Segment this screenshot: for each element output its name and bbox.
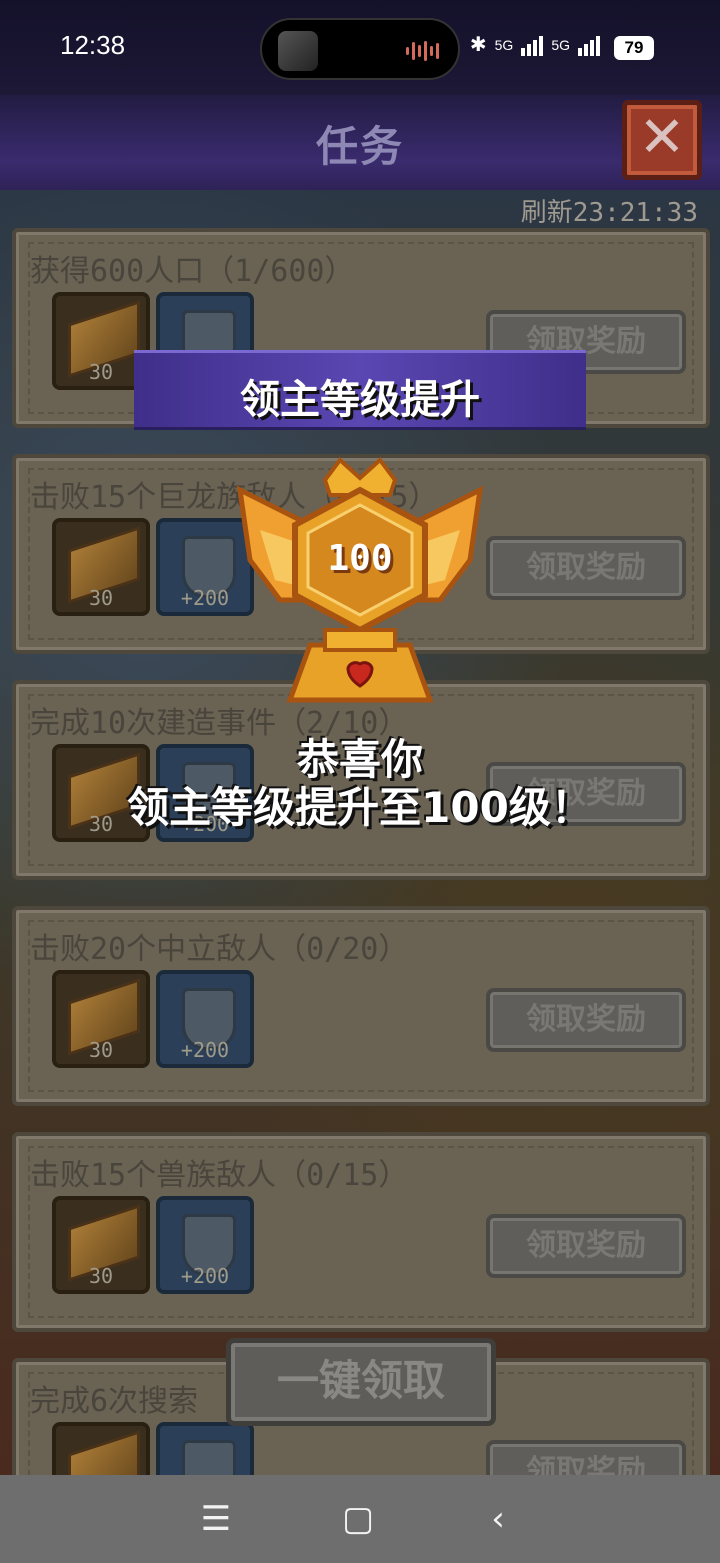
gold-reward-icon[interactable]: 30 <box>52 1196 150 1294</box>
close-button[interactable]: ✕ <box>622 100 702 180</box>
claim-all-button[interactable]: 一键领取 <box>226 1338 496 1426</box>
congrats-line-2: 领主等级提升至100级！ <box>127 783 593 832</box>
medal-graphic <box>236 457 484 703</box>
bluetooth-icon: ✱ <box>469 34 487 56</box>
shield-reward-icon[interactable]: +200 <box>156 1196 254 1294</box>
status-time: 12:38 <box>60 30 126 60</box>
reward-amount: 30 <box>88 360 114 384</box>
task-title: 获得600人口（1/600） <box>30 254 355 289</box>
home-icon[interactable]: ▢ <box>336 1497 380 1541</box>
page-header: 任务 ✕ <box>0 95 720 190</box>
level-up-banner-text: 领主等级提升 <box>240 377 480 423</box>
media-thumbnail <box>278 31 318 71</box>
signal-icon-2 <box>578 34 600 56</box>
network-label-1: 5G <box>494 36 514 53</box>
medal-level-number: 100 <box>327 538 393 579</box>
task-title: 完成6次搜索 <box>30 1384 199 1419</box>
refresh-timer: 刷新23:21:33 <box>520 198 698 228</box>
claim-reward-button[interactable]: 领取奖励 <box>486 1214 686 1278</box>
reward-amount: 30 <box>88 586 114 610</box>
reward-amount: 30 <box>88 1038 114 1062</box>
gold-reward-icon[interactable]: 30 <box>52 970 150 1068</box>
system-nav-bar: ☰ ▢ ‹ <box>0 1475 720 1563</box>
task-title: 击败15个兽族敌人（0/15） <box>30 1158 409 1193</box>
claim-reward-button[interactable]: 领取奖励 <box>486 988 686 1052</box>
signal-icon-1 <box>521 34 544 56</box>
reward-amount: 30 <box>88 1264 114 1288</box>
page-title: 任务 <box>315 122 404 171</box>
claim-reward-button[interactable]: 领取奖励 <box>486 536 686 600</box>
system-icons: ✱ 5G 5G <box>470 32 600 57</box>
task-title: 击败20个中立敌人（0/20） <box>30 932 409 967</box>
level-medal-icon: 100 <box>230 450 490 710</box>
task-card: 击败20个中立敌人（0/20） 30 +200 领取奖励 <box>12 906 710 1106</box>
back-icon[interactable]: ‹ <box>476 1497 520 1541</box>
shield-reward-icon[interactable]: +200 <box>156 970 254 1068</box>
reward-amount: +200 <box>180 1264 230 1288</box>
reward-amount: +200 <box>180 1038 230 1062</box>
task-card: 击败15个兽族敌人（0/15） 30 +200 领取奖励 <box>12 1132 710 1332</box>
close-icon: ✕ <box>638 105 686 170</box>
gold-reward-icon[interactable]: 30 <box>52 518 150 616</box>
network-label-2: 5G <box>551 36 570 53</box>
audio-wave-icon <box>406 40 440 62</box>
status-bar: 12:38 ✱ 5G 5G 79 <box>0 0 720 95</box>
dynamic-island[interactable] <box>260 18 460 80</box>
menu-icon[interactable]: ☰ <box>194 1497 238 1541</box>
battery-indicator: 79 <box>614 36 654 60</box>
level-up-banner: 领主等级提升 <box>134 350 586 430</box>
